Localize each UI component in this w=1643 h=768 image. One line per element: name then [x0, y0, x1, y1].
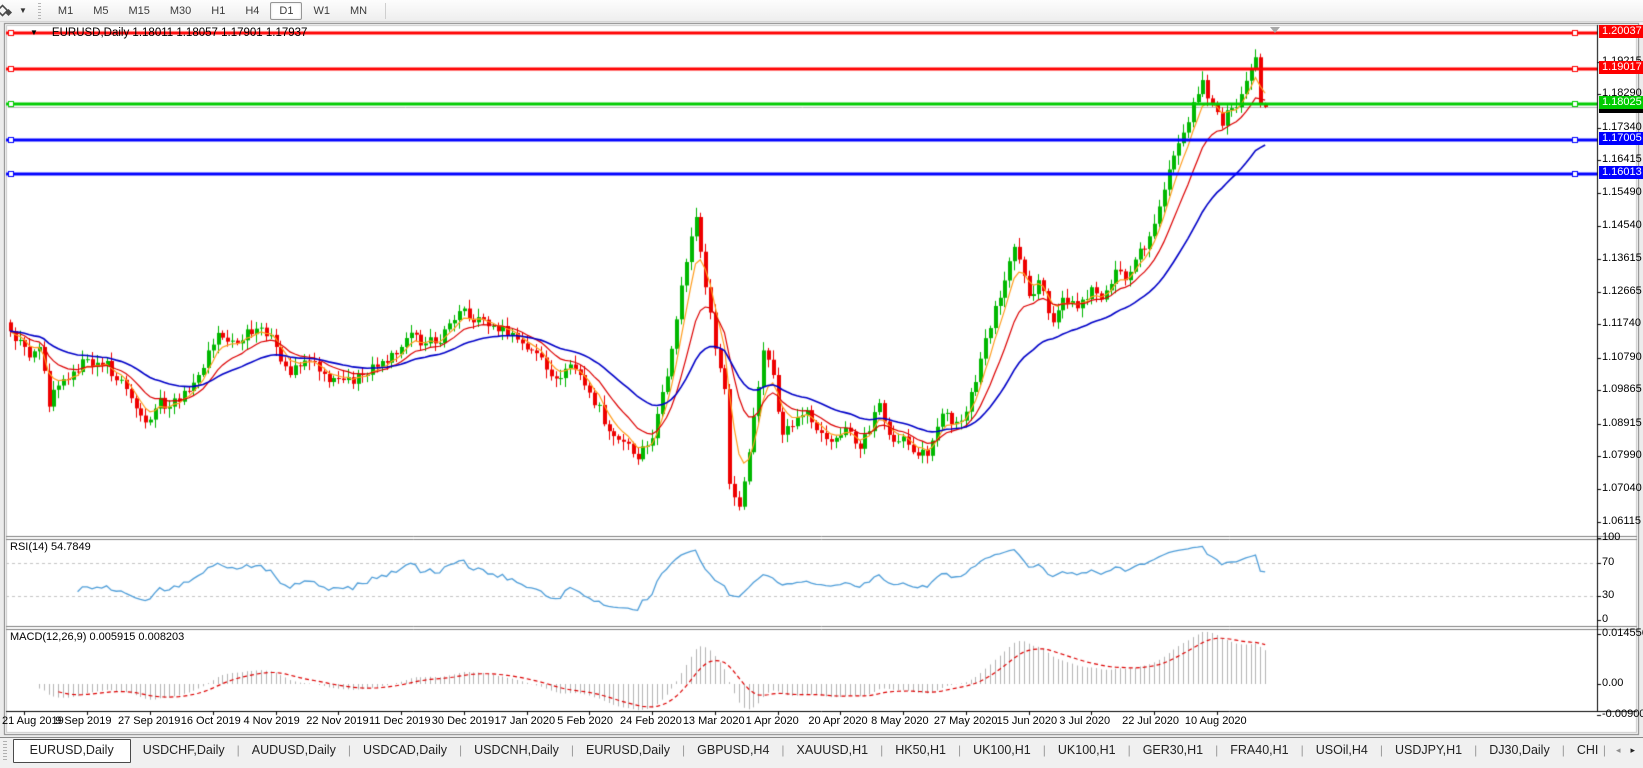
- chart-tab-gbpusd-h4[interactable]: GBPUSD,H4: [685, 739, 781, 762]
- chart-tab-eurusd-daily[interactable]: EURUSD,Daily: [574, 739, 682, 762]
- date-axis-label: 20 Apr 2020: [808, 715, 867, 727]
- scroll-to-end-marker[interactable]: [1270, 27, 1280, 33]
- timeframe-button-h4[interactable]: H4: [236, 2, 268, 20]
- date-axis-label: 9 Sep 2019: [55, 715, 111, 727]
- toolbar-divider: [385, 3, 386, 19]
- date-axis-label: 27 May 2020: [934, 715, 998, 727]
- chart-tab-usdchf-daily[interactable]: USDCHF,Daily: [131, 739, 237, 762]
- hline-price-label[interactable]: 1.16013: [1599, 166, 1643, 179]
- rsi-axis-tick-label: 70: [1602, 556, 1614, 568]
- price-axis-tick-label: 1.07040: [1602, 482, 1642, 494]
- macd-axis-tick-label: 0.00: [1602, 677, 1623, 689]
- chart-title: ▼EURUSD,Daily 1.18011 1.18057 1.17901 1.…: [30, 27, 307, 39]
- date-axis-label: 27 Sep 2019: [118, 715, 180, 727]
- hline-price-label[interactable]: 1.20037: [1599, 25, 1643, 38]
- timeframe-button-m30[interactable]: M30: [161, 2, 200, 20]
- date-axis-label: 24 Feb 2020: [620, 715, 682, 727]
- hline-price-label[interactable]: 1.19017: [1599, 61, 1643, 74]
- timeframe-button-m15[interactable]: M15: [119, 2, 158, 20]
- date-axis-label: 3 Jul 2020: [1059, 715, 1110, 727]
- date-axis-label: 15 Jun 2020: [997, 715, 1058, 727]
- timeframe-button-h1[interactable]: H1: [202, 2, 234, 20]
- tabbar-grip[interactable]: [3, 741, 7, 761]
- chart-tab-uk100-h1[interactable]: UK100,H1: [961, 739, 1043, 762]
- chart-tab-dj30-daily[interactable]: DJ30,Daily: [1477, 739, 1561, 762]
- chart-tabs: EURUSD,DailyUSDCHF,Daily|AUDUSD,Daily|US…: [13, 738, 1599, 763]
- chart-tab-bar: EURUSD,DailyUSDCHF,Daily|AUDUSD,Daily|US…: [0, 737, 1643, 768]
- timeframe-button-m5[interactable]: M5: [84, 2, 117, 20]
- tab-scroll-left-icon[interactable]: ◂: [1616, 745, 1621, 756]
- date-axis-label: 5 Feb 2020: [557, 715, 613, 727]
- macd-axis-tick-label: 0.014556: [1602, 627, 1643, 639]
- hline-price-label[interactable]: 1.17005: [1599, 132, 1643, 145]
- price-axis-tick-label: 1.06115: [1602, 515, 1641, 527]
- price-axis-tick-label: 1.15490: [1602, 186, 1642, 198]
- chart-tab-hk50-h1[interactable]: HK50,H1: [883, 739, 958, 762]
- rsi-axis-tick-label: 100: [1602, 531, 1620, 543]
- price-axis-tick-label: 1.16415: [1602, 153, 1642, 165]
- timeframe-buttons: M1M5M15M30H1H4D1W1MN: [48, 2, 377, 20]
- date-axis-label: 10 Aug 2020: [1185, 715, 1247, 727]
- timeframe-button-d1[interactable]: D1: [270, 2, 302, 20]
- timeframe-button-m1[interactable]: M1: [49, 2, 82, 20]
- macd-indicator-label: MACD(12,26,9) 0.005915 0.008203: [10, 631, 184, 643]
- rsi-axis-tick-label: 30: [1602, 589, 1614, 601]
- chart-tab-fra40-h1[interactable]: FRA40,H1: [1218, 739, 1300, 762]
- chart-tab-usdcad-daily[interactable]: USDCAD,Daily: [351, 739, 459, 762]
- chart-tab-ger30-h1[interactable]: GER30,H1: [1131, 739, 1215, 762]
- drawing-tools-icon[interactable]: [0, 3, 17, 19]
- toolbar-grip[interactable]: [38, 3, 41, 19]
- date-axis-label: 8 May 2020: [871, 715, 928, 727]
- timeframe-button-mn[interactable]: MN: [341, 2, 376, 20]
- chart-tab-eurusd-daily[interactable]: EURUSD,Daily: [13, 739, 131, 763]
- date-axis-label: 22 Nov 2019: [306, 715, 368, 727]
- date-axis-label: 1 Apr 2020: [746, 715, 799, 727]
- date-axis-label: 13 Mar 2020: [683, 715, 745, 727]
- chart-tab-xauusd-h1[interactable]: XAUUSD,H1: [785, 739, 881, 762]
- chevron-down-icon[interactable]: ▼: [19, 6, 27, 15]
- chart-tab-usdjpy-h1[interactable]: USDJPY,H1: [1383, 739, 1474, 762]
- timeframe-button-w1[interactable]: W1: [304, 2, 339, 20]
- price-axis-tick-label: 1.14540: [1602, 219, 1642, 231]
- rsi-indicator-label: RSI(14) 54.7849: [10, 541, 91, 553]
- timeframe-toolbar: ▼ M1M5M15M30H1H4D1W1MN: [0, 0, 1643, 22]
- chart-tab-audusd-daily[interactable]: AUDUSD,Daily: [240, 739, 348, 762]
- expand-triangle-icon[interactable]: ▼: [30, 28, 38, 37]
- rsi-axis-tick-label: 0: [1602, 613, 1608, 625]
- chart-tab-china300-h1[interactable]: CHINA300,H1: [1565, 739, 1599, 762]
- trading-terminal: ▼ M1M5M15M30H1H4D1W1MN ▼EURUSD,Daily 1.1…: [0, 0, 1643, 768]
- date-axis-label: 17 Jan 2020: [495, 715, 556, 727]
- chart-tab-uk100-h1[interactable]: UK100,H1: [1046, 739, 1128, 762]
- date-axis-label: 30 Dec 2019: [432, 715, 494, 727]
- chart-canvas[interactable]: [0, 0, 1643, 768]
- macd-axis-tick-label: -0.009001: [1602, 708, 1643, 720]
- price-axis-tick-label: 1.09865: [1602, 383, 1642, 395]
- price-axis-tick-label: 1.07990: [1602, 449, 1642, 461]
- date-axis-label: 22 Jul 2020: [1122, 715, 1179, 727]
- tab-scroll-right-icon[interactable]: ▸: [1630, 745, 1635, 756]
- price-axis-tick-label: 1.13615: [1602, 252, 1642, 264]
- date-axis-label: 11 Dec 2019: [369, 715, 431, 727]
- tab-separator: |: [1603, 743, 1606, 757]
- date-axis-label: 4 Nov 2019: [244, 715, 300, 727]
- price-axis-tick-label: 1.12665: [1602, 285, 1642, 297]
- tab-scroll-controls: | ◂ ▸: [1599, 738, 1643, 757]
- hline-price-label[interactable]: 1.18025: [1599, 96, 1643, 109]
- price-axis-tick-label: 1.11740: [1602, 317, 1641, 329]
- date-axis-label: 16 Oct 2019: [181, 715, 241, 727]
- price-axis-tick-label: 1.10790: [1602, 351, 1642, 363]
- price-axis-tick-label: 1.08915: [1602, 417, 1642, 429]
- chart-tab-usdcnh-daily[interactable]: USDCNH,Daily: [462, 739, 571, 762]
- chart-tab-usoil-h4[interactable]: USOil,H4: [1304, 739, 1380, 762]
